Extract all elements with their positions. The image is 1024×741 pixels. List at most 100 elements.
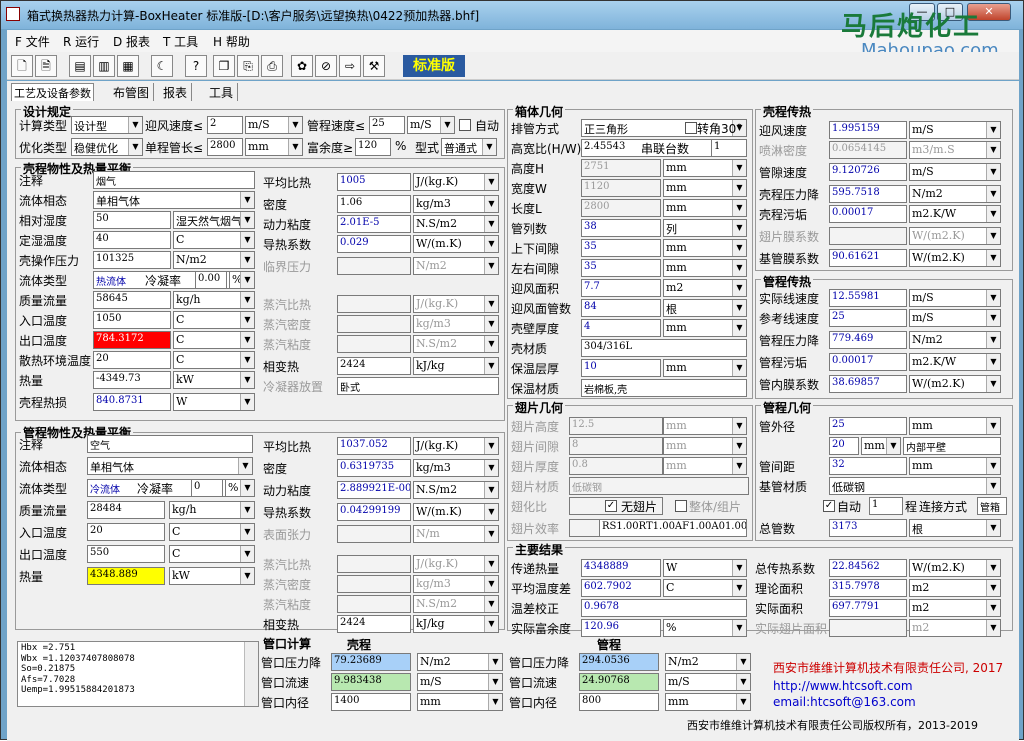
nozzle-td-input[interactable]: 800 bbox=[579, 693, 659, 711]
shell-press_u-select[interactable]: N/m2 ▼ bbox=[173, 251, 255, 269]
fin-m-input[interactable]: 低碳钢 bbox=[569, 477, 749, 495]
box-lr-input[interactable]: 35 bbox=[581, 259, 661, 277]
shell-tamb-input[interactable]: 20 bbox=[93, 351, 171, 369]
fin-h-input[interactable]: 12.5 bbox=[569, 417, 663, 435]
tubeht-f-input[interactable]: 0.00017 bbox=[829, 353, 907, 371]
tubeside-st_u-select[interactable]: N/m ▼ bbox=[413, 525, 499, 543]
shell-tin_u-select[interactable]: C ▼ bbox=[173, 311, 255, 329]
results-ta-input[interactable]: 315.7978 bbox=[829, 579, 907, 597]
shellht-g-input[interactable]: 9.120726 bbox=[829, 163, 907, 181]
tab-tools[interactable]: 工具 bbox=[205, 83, 239, 101]
shell-tamb_u-select[interactable]: C ▼ bbox=[173, 351, 255, 369]
shellht-bm_u-select[interactable]: W/(m2.K) ▼ bbox=[909, 249, 1001, 267]
shell-lat-input[interactable]: 2424 bbox=[337, 357, 411, 375]
results-q_u-select[interactable]: W ▼ bbox=[663, 559, 747, 577]
tubeht-f_u-select[interactable]: m2.K/W ▼ bbox=[909, 353, 1001, 371]
tubeht-m_u-select[interactable]: W/(m2.K) ▼ bbox=[909, 375, 1001, 393]
shell-tin-input[interactable]: 1050 bbox=[93, 311, 171, 329]
conn-input[interactable]: 管箱 bbox=[977, 497, 1007, 515]
box-l-input[interactable]: 2800 bbox=[581, 199, 661, 217]
box-mm-select[interactable]: mm ▼ bbox=[663, 359, 747, 377]
tubegeo-mm-select[interactable]: mm ▼ bbox=[861, 437, 901, 455]
results-m_u-select[interactable]: % ▼ bbox=[663, 619, 747, 637]
box-rows_u-select[interactable]: 列 ▼ bbox=[663, 219, 747, 237]
shell-cond_u-select[interactable]: % ▼ bbox=[229, 271, 255, 289]
tubegeo-mat-select[interactable]: 低碳钢 ▼ bbox=[829, 477, 1001, 495]
box-rows-input[interactable]: 38 bbox=[581, 219, 661, 237]
box-mm-select[interactable]: mm ▼ bbox=[663, 199, 747, 217]
shellht-s_u-select[interactable]: m3/m.S ▼ bbox=[909, 141, 1001, 159]
shellht-s-input[interactable]: 0.0654145 bbox=[829, 141, 907, 159]
box-ud-input[interactable]: 35 bbox=[581, 239, 661, 257]
results-dt_u-select[interactable]: C ▼ bbox=[663, 579, 747, 597]
shell-dew-input[interactable]: 40 bbox=[93, 231, 171, 249]
open-icon[interactable]: ▤ bbox=[69, 55, 91, 77]
auto-pass-checkbox[interactable]: ✓ bbox=[823, 500, 835, 512]
shell-hum_type-select[interactable]: 湿天然气烟气 ▼ bbox=[173, 211, 255, 229]
box-fa_u-select[interactable]: m2 ▼ bbox=[663, 279, 747, 297]
shell-phase-select[interactable]: 单相气体 ▼ bbox=[93, 191, 255, 209]
shell-loss-input[interactable]: 840.8731 bbox=[93, 393, 171, 411]
tubeside-phase-select[interactable]: 单相气体 ▼ bbox=[87, 457, 253, 475]
tubeside-heat-input[interactable]: 4348.889 bbox=[87, 567, 165, 585]
wind-unit-select[interactable]: m/S ▼ bbox=[245, 116, 303, 134]
save-icon[interactable]: ▥ bbox=[93, 55, 115, 77]
tube-cond-input[interactable]: 0 bbox=[191, 479, 223, 497]
results-u_u-select[interactable]: W/(m2.K) ▼ bbox=[909, 559, 1001, 577]
fin-t-input[interactable]: 0.8 bbox=[569, 457, 663, 475]
inner-input[interactable]: 内部平壁 bbox=[903, 437, 1001, 455]
help-icon[interactable]: ? bbox=[185, 55, 207, 77]
shellht-f-input[interactable]: 0.00017 bbox=[829, 205, 907, 223]
shell-mu-input[interactable]: 2.01E-5 bbox=[337, 215, 411, 233]
box-ft-input[interactable]: 84 bbox=[581, 299, 661, 317]
box-mm-select[interactable]: mm ▼ bbox=[663, 239, 747, 257]
tubegeo-n-input[interactable]: 3173 bbox=[829, 519, 907, 537]
box-mm-select[interactable]: mm ▼ bbox=[663, 259, 747, 277]
shell-cp_u-select[interactable]: J/(kg.K) ▼ bbox=[413, 173, 499, 191]
nozzle-sp-input[interactable]: 79.23689 bbox=[331, 653, 411, 671]
results-fa_lbl-input[interactable] bbox=[829, 619, 907, 637]
results-dt-input[interactable]: 602.7902 bbox=[581, 579, 661, 597]
tube-id-input[interactable]: 20 bbox=[829, 437, 859, 455]
tubeside-heat_u-select[interactable]: kW ▼ bbox=[169, 567, 255, 585]
shell-vcp_u-select[interactable]: J/(kg.K) ▼ bbox=[413, 295, 499, 313]
shell-dew_u-select[interactable]: C ▼ bbox=[173, 231, 255, 249]
tubeside-rho_u-select[interactable]: kg/m3 ▼ bbox=[413, 459, 499, 477]
tubeside-mflow_u-select[interactable]: kg/h ▼ bbox=[169, 501, 255, 519]
shell-vcp_lbl-input[interactable] bbox=[337, 295, 411, 313]
tubegeo-pitch-input[interactable]: 32 bbox=[829, 457, 907, 475]
tubeside-cond_u-select[interactable]: % ▼ bbox=[225, 479, 255, 497]
shell-rho-input[interactable]: 1.06 bbox=[337, 195, 411, 213]
box-mm-select[interactable]: mm ▼ bbox=[663, 319, 747, 337]
auto-checkbox[interactable] bbox=[459, 119, 471, 131]
shellht-p-input[interactable]: 595.7518 bbox=[829, 185, 907, 203]
box-mm-select[interactable]: mm ▼ bbox=[663, 159, 747, 177]
export-icon[interactable]: ⇨ bbox=[339, 55, 361, 77]
tubeht-r-input[interactable]: 25 bbox=[829, 309, 907, 327]
notes-scrollbar[interactable] bbox=[244, 642, 258, 706]
shell-cond-input[interactable]: 0.00 bbox=[195, 271, 227, 289]
shellht-v_u-select[interactable]: m/S ▼ bbox=[909, 121, 1001, 139]
tubeside-k_u-select[interactable]: W/(m.K) ▼ bbox=[413, 503, 499, 521]
tube-len-input[interactable]: 2800 bbox=[207, 138, 243, 156]
notes-textarea[interactable]: Hbx =2.751 Wbx =1.12037407808078 So=0.2187… bbox=[17, 641, 259, 707]
shellht-f_u-select[interactable]: m2.K/W ▼ bbox=[909, 205, 1001, 223]
tubeside-tout-input[interactable]: 550 bbox=[87, 545, 165, 563]
nozzle-v_u-select[interactable]: m/S ▼ bbox=[665, 673, 751, 691]
tubeside-vcp_lbl-input[interactable] bbox=[337, 555, 411, 573]
shell-heat-input[interactable]: -4349.73 bbox=[93, 371, 171, 389]
shell-vmu_u-select[interactable]: N.S/m2 ▼ bbox=[413, 335, 499, 353]
box-h-input[interactable]: 2751 bbox=[581, 159, 661, 177]
shellht-p_u-select[interactable]: N/m2 ▼ bbox=[909, 185, 1001, 203]
tubeside-tout_u-select[interactable]: C ▼ bbox=[169, 545, 255, 563]
shellht-fm_lbl-input[interactable] bbox=[829, 227, 907, 245]
shell-k-input[interactable]: 0.029 bbox=[337, 235, 411, 253]
moon-icon[interactable]: ☾ bbox=[151, 55, 173, 77]
shell-crit_lbl-input[interactable] bbox=[337, 257, 411, 275]
tubeside-st_lbl-input[interactable] bbox=[337, 525, 411, 543]
tubeht-r_u-select[interactable]: m/S ▼ bbox=[909, 309, 1001, 327]
results-fa_u-select[interactable]: m2 ▼ bbox=[909, 619, 1001, 637]
shell-vmu_lbl-input[interactable] bbox=[337, 335, 411, 353]
tab-process[interactable]: 工艺及设备参数 bbox=[11, 83, 94, 101]
tubegeo-od-input[interactable]: 25 bbox=[829, 417, 907, 435]
